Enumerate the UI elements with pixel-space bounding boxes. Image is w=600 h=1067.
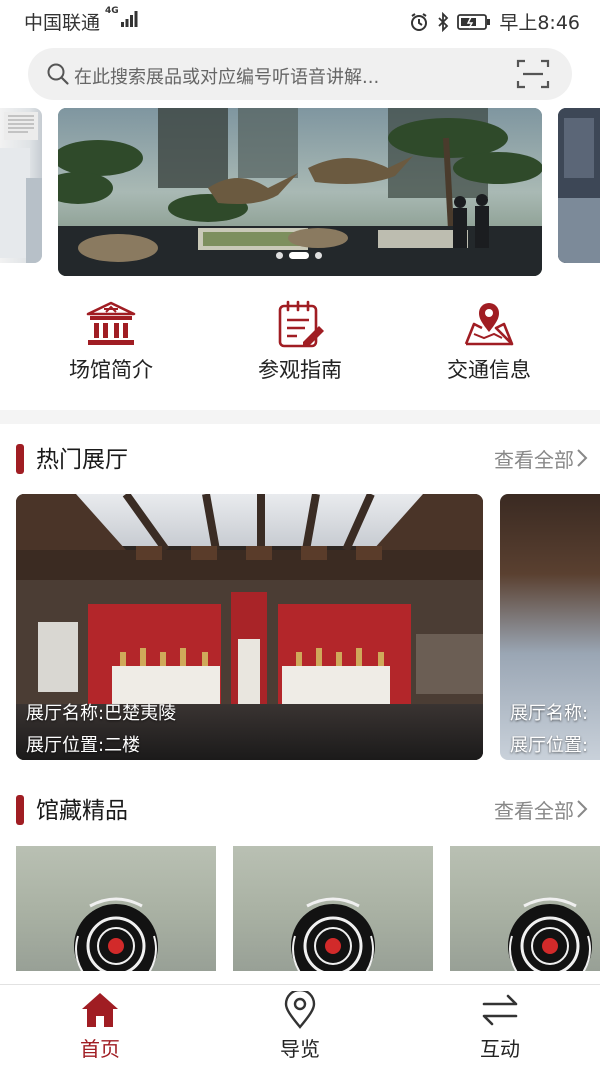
tab-guide[interactable]: 导览	[240, 991, 360, 1062]
collection-item[interactable]	[450, 846, 600, 971]
banner-next-slide[interactable]	[558, 108, 600, 263]
tab-label: 互动	[480, 1037, 520, 1061]
status-bar: 中国联通 4G 早上8:46	[0, 0, 600, 40]
hall-name: 展厅名称:	[510, 703, 589, 724]
alarm-icon	[411, 12, 428, 31]
banner-image[interactable]	[58, 108, 542, 276]
network-type: 4G	[105, 6, 119, 16]
tab-label: 导览	[280, 1037, 320, 1061]
location-pin-icon	[284, 991, 316, 1029]
banner-pagination	[276, 252, 322, 259]
clock: 早上8:46	[499, 12, 580, 34]
tab-interact[interactable]: 互动	[440, 991, 560, 1062]
search-bar[interactable]: 在此搜索展品或对应编号听语音讲解...	[28, 48, 572, 100]
home-screen: 中国联通 4G 早上8:46 在此搜索展品或对应编号听语音讲解... 场馆简介 …	[0, 0, 600, 1067]
chevron-right-icon[interactable]	[576, 448, 588, 468]
quick-entry-label: 参观指南	[258, 358, 342, 382]
quick-entry-label: 场馆简介	[69, 358, 153, 382]
hall-location: 展厅位置:	[510, 735, 589, 756]
collection-item[interactable]	[16, 846, 216, 971]
guide-notepad-icon	[278, 300, 324, 348]
scan-icon[interactable]	[516, 58, 550, 90]
museum-building-icon	[86, 301, 136, 345]
bottom-tab-bar: 首页 导览 互动	[0, 984, 600, 1067]
search-icon	[47, 63, 69, 85]
tab-label: 首页	[80, 1037, 120, 1061]
placeholder-logo-icon	[508, 897, 592, 971]
pagination-dot[interactable]	[315, 252, 322, 259]
collection-item[interactable]	[233, 846, 433, 971]
hall-name: 展厅名称:巴楚夷陵	[26, 703, 177, 724]
banner-prev-slide[interactable]	[0, 108, 42, 263]
status-right: 早上8:46	[409, 8, 580, 35]
section-title: 热门展厅	[36, 447, 128, 473]
signal-icon	[121, 11, 138, 27]
tab-home[interactable]: 首页	[40, 991, 160, 1062]
chevron-right-icon[interactable]	[576, 799, 588, 819]
placeholder-logo-icon	[291, 897, 375, 971]
collection-header: 馆藏精品 查看全部	[0, 789, 600, 829]
hot-halls-header: 热门展厅 查看全部	[0, 438, 600, 478]
quick-entry-label: 交通信息	[447, 358, 531, 382]
bluetooth-icon	[438, 11, 449, 32]
swap-arrows-icon	[482, 994, 518, 1026]
view-all-link[interactable]: 查看全部	[494, 795, 574, 824]
carrier-name: 中国联通	[24, 12, 101, 34]
hall-card[interactable]: 展厅名称:巴楚夷陵 展厅位置:二楼	[16, 494, 483, 760]
section-divider	[0, 410, 600, 424]
hall-location: 展厅位置:二楼	[26, 735, 141, 756]
home-icon	[82, 993, 118, 1027]
quick-entry-traffic-info[interactable]: 交通信息	[409, 296, 569, 384]
section-accent-bar	[16, 795, 24, 825]
quick-entries: 场馆简介 参观指南 交通信息	[0, 296, 600, 396]
section-title: 馆藏精品	[36, 798, 128, 824]
placeholder-logo-icon	[74, 897, 158, 971]
view-all-link[interactable]: 查看全部	[494, 444, 574, 473]
pagination-dot[interactable]	[276, 252, 283, 259]
battery-icon	[457, 13, 491, 30]
pagination-dot-active[interactable]	[289, 252, 309, 259]
search-placeholder[interactable]: 在此搜索展品或对应编号听语音讲解...	[74, 63, 379, 89]
quick-entry-museum-intro[interactable]: 场馆简介	[31, 296, 191, 384]
map-location-icon	[464, 303, 514, 346]
hall-card[interactable]: 展厅名称: 展厅位置:	[500, 494, 600, 760]
section-accent-bar	[16, 444, 24, 474]
quick-entry-visit-guide[interactable]: 参观指南	[220, 296, 380, 384]
